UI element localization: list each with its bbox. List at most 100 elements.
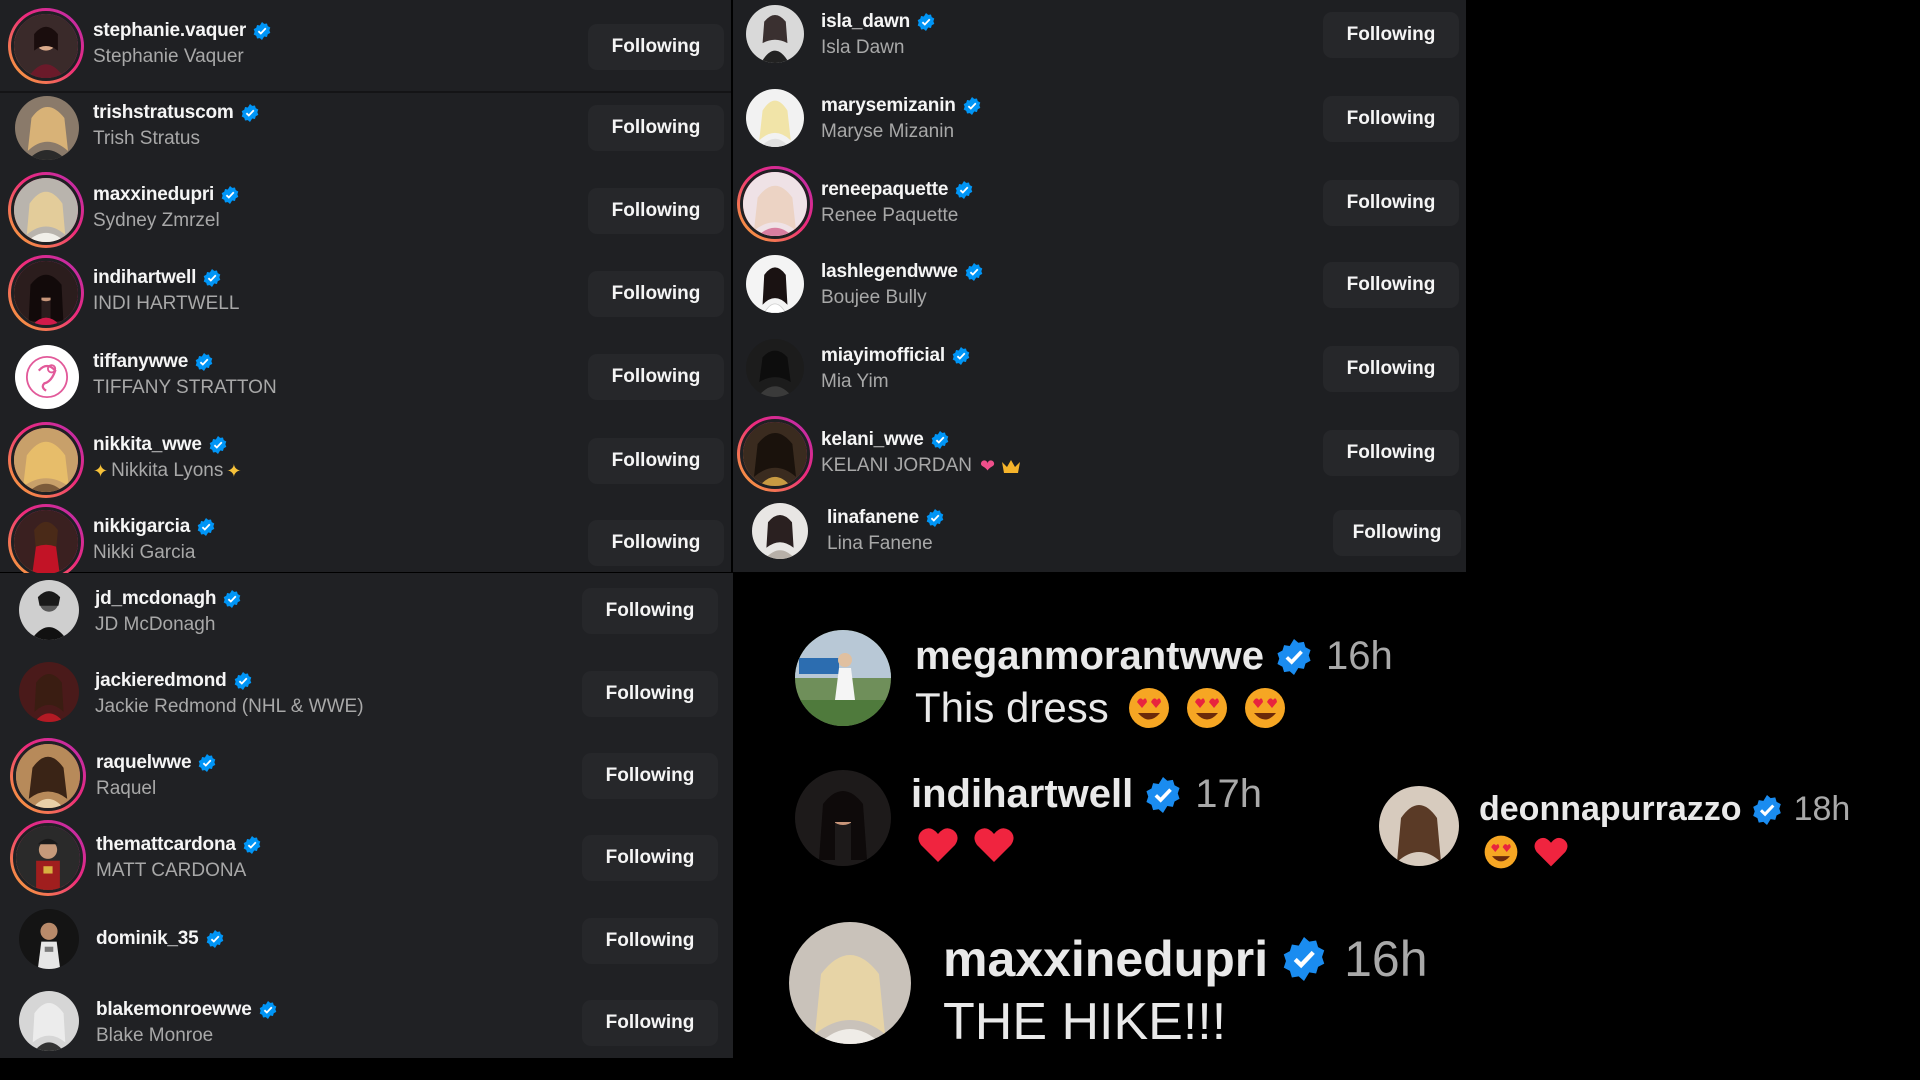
list-item[interactable]: stephanie.vaquer Stephanie Vaquer Follow… [0,4,731,88]
comment-text: THE HIKE!!! [943,993,1227,1051]
verified-badge-icon [197,518,215,536]
handle-line: raquelwwe [96,752,216,774]
handle-line: kelani_wwe [821,429,949,451]
following-button[interactable]: Following [1323,346,1459,392]
avatar[interactable] [10,820,86,896]
avatar[interactable] [12,342,82,412]
following-button[interactable]: Following [582,753,718,799]
following-button[interactable]: Following [1323,180,1459,226]
following-button[interactable]: Following [588,354,724,400]
list-item[interactable]: kelani_wwe KELANI JORDAN ❤ Following [733,416,1466,500]
username[interactable]: isla_dawn [821,11,910,33]
avatar[interactable] [16,659,82,725]
list-item[interactable]: blakemonroewwe Blake Monroe Following [0,982,733,1066]
username[interactable]: themattcardona [96,834,236,856]
following-button[interactable]: Following [588,271,724,317]
following-button[interactable]: Following [588,438,724,484]
username[interactable]: kelani_wwe [821,429,924,451]
list-item[interactable]: marysemizanin Maryse Mizanin Following [733,84,1466,168]
following-button[interactable]: Following [1323,12,1459,58]
username[interactable]: trishstratuscom [93,102,234,124]
list-item[interactable]: miayimofficial Mia Yim Following [733,334,1466,418]
avatar[interactable] [8,172,84,248]
username[interactable]: miayimofficial [821,345,945,367]
following-button[interactable]: Following [582,671,718,717]
avatar[interactable] [8,8,84,84]
comment-avatar[interactable] [795,770,891,866]
username[interactable]: nikkita_wwe [93,434,202,456]
avatar[interactable] [743,336,807,400]
list-item[interactable]: themattcardona MATT CARDONA Following [0,818,733,902]
avatar[interactable] [737,416,813,492]
avatar[interactable] [10,738,86,814]
username[interactable]: jd_mcdonagh [95,588,217,610]
following-button[interactable]: Following [1323,262,1459,308]
comment-username[interactable]: indihartwell [911,772,1133,817]
avatar[interactable] [12,93,82,163]
username[interactable]: indihartwell [93,267,196,289]
comment-avatar[interactable] [789,922,911,1044]
following-button[interactable]: Following [1323,430,1459,476]
username[interactable]: jackieredmond [95,670,227,692]
username[interactable]: blakemonroewwe [96,999,252,1021]
following-button[interactable]: Following [582,918,718,964]
list-item[interactable]: indihartwell INDI HARTWELL Following [0,251,731,335]
avatar[interactable] [749,500,811,562]
following-button[interactable]: Following [588,520,724,566]
username[interactable]: raquelwwe [96,752,192,774]
comment-avatar[interactable] [1379,786,1459,866]
comment-username[interactable]: deonnapurrazzo [1479,790,1742,829]
comment-avatar[interactable] [795,630,891,726]
list-item[interactable]: linafanene Lina Fanene Following [733,496,1466,580]
list-item[interactable]: raquelwwe Raquel Following [0,736,733,820]
avatar[interactable] [743,86,807,150]
list-item[interactable]: tiffanywwe TIFFANY STRATTON Following [0,334,731,418]
comment-username[interactable]: meganmorantwwe [915,634,1264,679]
list-item[interactable]: jackieredmond Jackie Redmond (NHL & WWE)… [0,655,733,739]
avatar[interactable] [743,2,807,66]
sparkles-emoji-icon: ✦ [93,460,109,481]
verified-badge-icon [243,836,261,854]
avatar[interactable] [8,255,84,331]
list-item[interactable]: lashlegendwwe Boujee Bully Following [733,250,1466,334]
username[interactable]: maxxinedupri [93,184,214,206]
following-button[interactable]: Following [588,105,724,151]
list-item[interactable]: maxxinedupri Sydney Zmrzel Following [0,168,731,252]
avatar[interactable] [737,166,813,242]
username[interactable]: tiffanywwe [93,351,188,373]
following-button[interactable]: Following [582,588,718,634]
username[interactable]: marysemizanin [821,95,956,117]
list-item[interactable]: isla_dawn Isla Dawn Following [733,0,1466,84]
username[interactable]: linafanene [827,507,919,529]
following-button[interactable]: Following [588,24,724,70]
handle-line: miayimofficial [821,345,970,367]
following-button[interactable]: Following [582,835,718,881]
following-button[interactable]: Following [1333,510,1461,556]
list-item[interactable]: reneepaquette Renee Paquette Following [733,166,1466,250]
username[interactable]: nikkigarcia [93,516,190,538]
following-button[interactable]: Following [582,1000,718,1046]
avatar[interactable] [8,504,84,580]
verified-badge-icon [1145,776,1181,813]
list-item[interactable]: jd_mcdonagh JD McDonagh Following [0,573,733,657]
comment-time: 17h [1195,772,1262,816]
list-item[interactable]: nikkita_wwe ✦ Nikkita Lyons ✦ Following [0,418,731,502]
username[interactable]: reneepaquette [821,179,948,201]
avatar[interactable] [16,577,82,643]
comment-text: This dress [915,684,1109,731]
username[interactable]: stephanie.vaquer [93,20,246,42]
list-item[interactable]: nikkigarcia Nikki Garcia Following [0,500,731,584]
following-button[interactable]: Following [1323,96,1459,142]
full-name: Raquel [96,778,157,799]
following-list-panel-c: jd_mcdonagh JD McDonagh Following jackie… [0,573,733,1058]
username[interactable]: dominik_35 [96,928,199,950]
list-item[interactable]: trishstratuscom Trish Stratus Following [0,85,731,169]
username[interactable]: lashlegendwwe [821,261,958,283]
avatar[interactable] [743,252,807,316]
avatar[interactable] [16,988,82,1054]
following-button[interactable]: Following [588,188,724,234]
avatar[interactable] [8,422,84,498]
avatar[interactable] [16,906,82,972]
list-item[interactable]: dominik_35 Following [0,900,733,984]
comment-username[interactable]: maxxinedupri [943,930,1268,988]
